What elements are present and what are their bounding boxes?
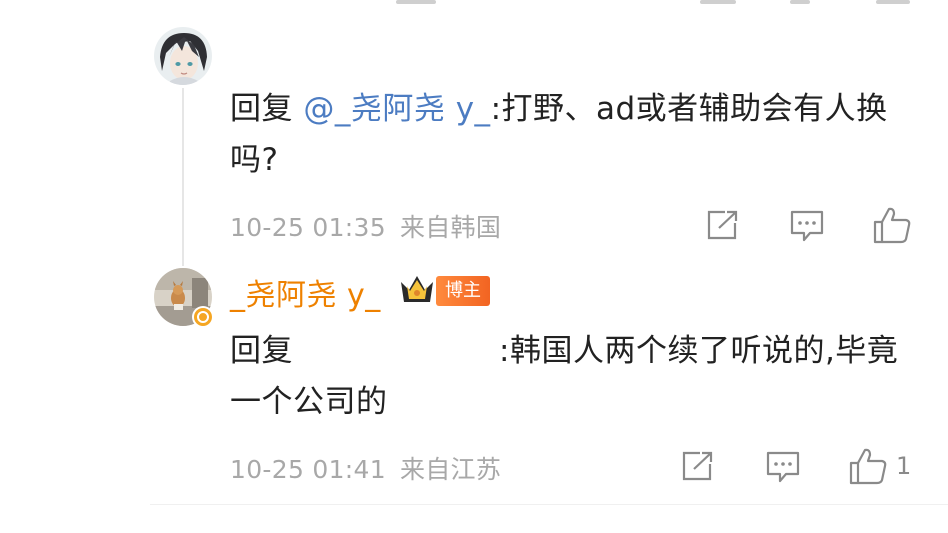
anime-avatar-image — [154, 27, 212, 85]
reply-timestamp: 10-25 01:35 — [230, 213, 386, 242]
reply-prefix: 回复 — [230, 91, 293, 127]
like-button[interactable] — [872, 205, 912, 245]
redacted-mention — [293, 335, 499, 365]
vip-crown-badge — [398, 272, 436, 310]
username-link[interactable]: _尧阿尧 y_ — [230, 270, 381, 314]
verified-icon — [194, 308, 212, 326]
reply-source-location: 来自江苏 — [399, 455, 502, 484]
previous-item-fragment — [396, 0, 436, 4]
comment-button[interactable] — [765, 450, 801, 484]
comment-icon — [766, 451, 800, 483]
divider — [150, 504, 948, 505]
reply-prefix: 回复 — [230, 333, 293, 369]
previous-comment-icon-fragment — [790, 0, 810, 4]
reply-source-location: 来自韩国 — [399, 213, 502, 242]
share-icon — [682, 451, 713, 481]
crown-icon — [401, 276, 433, 302]
reply-timestamp: 10-25 01:41 — [230, 455, 386, 484]
user-mention-link[interactable]: @_尧阿尧 y_ — [303, 91, 490, 127]
reply-meta: 10-25 01:41 来自江苏 — [230, 450, 501, 486]
reply-content: 回复 @_尧阿尧 y_:打野、ad或者辅助会有人换吗? — [230, 84, 910, 186]
reply-meta: 10-25 01:35 来自韩国 — [230, 208, 501, 244]
share-icon — [707, 210, 738, 240]
reply-content: 回复:韩国人两个续了听说的,毕竟一个公司的 — [230, 326, 910, 428]
like-button[interactable]: 1 — [848, 446, 911, 486]
comment-button[interactable] — [789, 209, 825, 243]
previous-share-icon-fragment — [700, 0, 736, 4]
comment-thread: 回复 @_尧阿尧 y_:打野、ad或者辅助会有人换吗? 10-25 01:35 来… — [0, 0, 948, 533]
like-icon — [873, 207, 911, 244]
blogger-badge: 博主 — [436, 276, 490, 306]
verified-badge — [192, 306, 214, 328]
share-button[interactable] — [705, 209, 739, 241]
like-count: 1 — [896, 452, 912, 480]
share-button[interactable] — [680, 450, 714, 482]
avatar[interactable] — [154, 27, 212, 85]
like-icon — [849, 448, 887, 485]
thread-connector-line — [182, 88, 184, 266]
previous-like-icon-fragment — [876, 0, 910, 4]
comment-icon — [790, 210, 824, 242]
